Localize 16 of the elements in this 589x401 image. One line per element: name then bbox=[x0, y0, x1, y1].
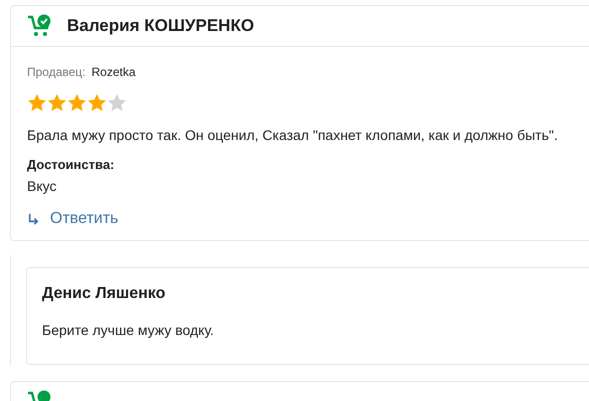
pros-label: Достоинства: bbox=[27, 157, 116, 172]
author-name: Валерия КОШУРЕНКО bbox=[67, 16, 254, 36]
cart-check-icon bbox=[27, 14, 53, 38]
review-text: Брала мужу просто так. Он оценил, Сказал "пахнет клопами, как и должно быть". bbox=[27, 127, 559, 143]
reply-arrow-icon bbox=[27, 212, 40, 226]
seller-name: Rozetka bbox=[92, 65, 136, 79]
star-icon bbox=[107, 93, 127, 113]
star-icon bbox=[87, 93, 107, 113]
star-icon bbox=[67, 93, 87, 113]
reply-author: Денис Ляшенко bbox=[42, 285, 166, 303]
reply-button[interactable]: Ответить bbox=[27, 210, 118, 228]
star-icon bbox=[27, 93, 47, 113]
seller-label: Продавец: bbox=[27, 65, 86, 79]
pros-text: Вкус bbox=[27, 178, 58, 194]
reply-text: Берите лучше мужу водку. bbox=[42, 322, 215, 338]
star-icon bbox=[47, 93, 67, 113]
